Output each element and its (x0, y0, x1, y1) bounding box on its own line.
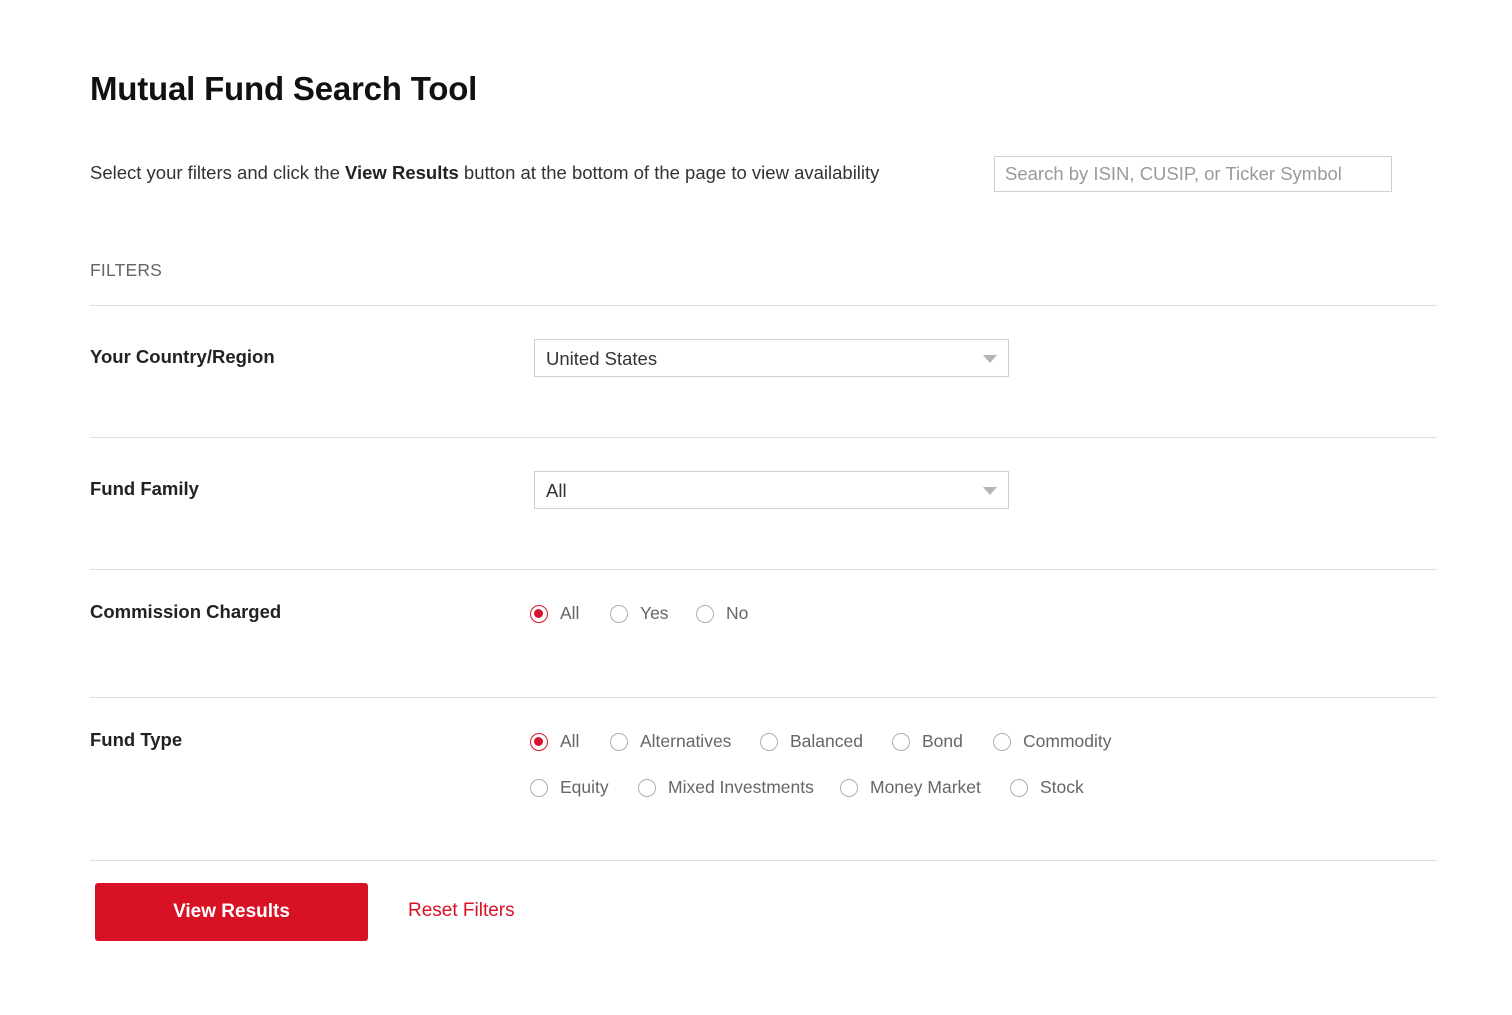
commission-label: Commission Charged (90, 601, 281, 623)
radio-label: Balanced (790, 731, 863, 752)
divider (90, 305, 1437, 306)
chevron-down-icon (983, 487, 997, 495)
radio-label: Stock (1040, 777, 1084, 798)
radio-unchecked-icon (610, 733, 628, 751)
radio-label: No (726, 603, 748, 624)
radio-checked-icon (530, 733, 548, 751)
country-label: Your Country/Region (90, 346, 275, 368)
divider (90, 860, 1437, 861)
fund-family-selected-value: All (546, 480, 567, 502)
view-results-button[interactable]: View Results (95, 883, 368, 941)
filters-heading: FILTERS (90, 260, 162, 281)
commission-radio-no[interactable]: No (696, 603, 748, 624)
radio-label: Mixed Investments (668, 777, 814, 798)
page-title: Mutual Fund Search Tool (90, 70, 477, 108)
fund-type-label: Fund Type (90, 729, 182, 751)
intro-before: Select your filters and click the (90, 162, 345, 183)
radio-label: Commodity (1023, 731, 1112, 752)
fund-type-radio-stock[interactable]: Stock (1010, 777, 1084, 798)
fund-type-radio-all[interactable]: All (530, 731, 579, 752)
fund-type-radio-bond[interactable]: Bond (892, 731, 963, 752)
search-input[interactable] (994, 156, 1392, 192)
radio-unchecked-icon (638, 779, 656, 797)
fund-type-radio-mixed-investments[interactable]: Mixed Investments (638, 777, 814, 798)
radio-unchecked-icon (1010, 779, 1028, 797)
country-select[interactable]: United States (534, 339, 1009, 377)
radio-unchecked-icon (840, 779, 858, 797)
fund-type-radio-money-market[interactable]: Money Market (840, 777, 981, 798)
radio-label: Alternatives (640, 731, 731, 752)
commission-radio-yes[interactable]: Yes (610, 603, 669, 624)
intro-bold: View Results (345, 162, 459, 183)
radio-checked-icon (530, 605, 548, 623)
fund-type-radio-equity[interactable]: Equity (530, 777, 609, 798)
divider (90, 569, 1437, 570)
fund-family-label: Fund Family (90, 478, 199, 500)
fund-type-radio-alternatives[interactable]: Alternatives (610, 731, 731, 752)
chevron-down-icon (983, 355, 997, 363)
intro-after: button at the bottom of the page to view… (459, 162, 880, 183)
country-selected-value: United States (546, 348, 657, 370)
divider (90, 697, 1437, 698)
radio-unchecked-icon (760, 733, 778, 751)
radio-label: Bond (922, 731, 963, 752)
radio-unchecked-icon (530, 779, 548, 797)
radio-label: Money Market (870, 777, 981, 798)
fund-family-select[interactable]: All (534, 471, 1009, 509)
radio-label: All (560, 731, 579, 752)
radio-label: Equity (560, 777, 609, 798)
radio-label: All (560, 603, 579, 624)
radio-unchecked-icon (892, 733, 910, 751)
radio-unchecked-icon (610, 605, 628, 623)
intro-text: Select your filters and click the View R… (90, 162, 879, 184)
commission-radio-all[interactable]: All (530, 603, 579, 624)
radio-unchecked-icon (696, 605, 714, 623)
radio-label: Yes (640, 603, 669, 624)
fund-type-radio-commodity[interactable]: Commodity (993, 731, 1112, 752)
divider (90, 437, 1437, 438)
radio-unchecked-icon (993, 733, 1011, 751)
reset-filters-link[interactable]: Reset Filters (408, 900, 515, 922)
fund-type-radio-balanced[interactable]: Balanced (760, 731, 863, 752)
